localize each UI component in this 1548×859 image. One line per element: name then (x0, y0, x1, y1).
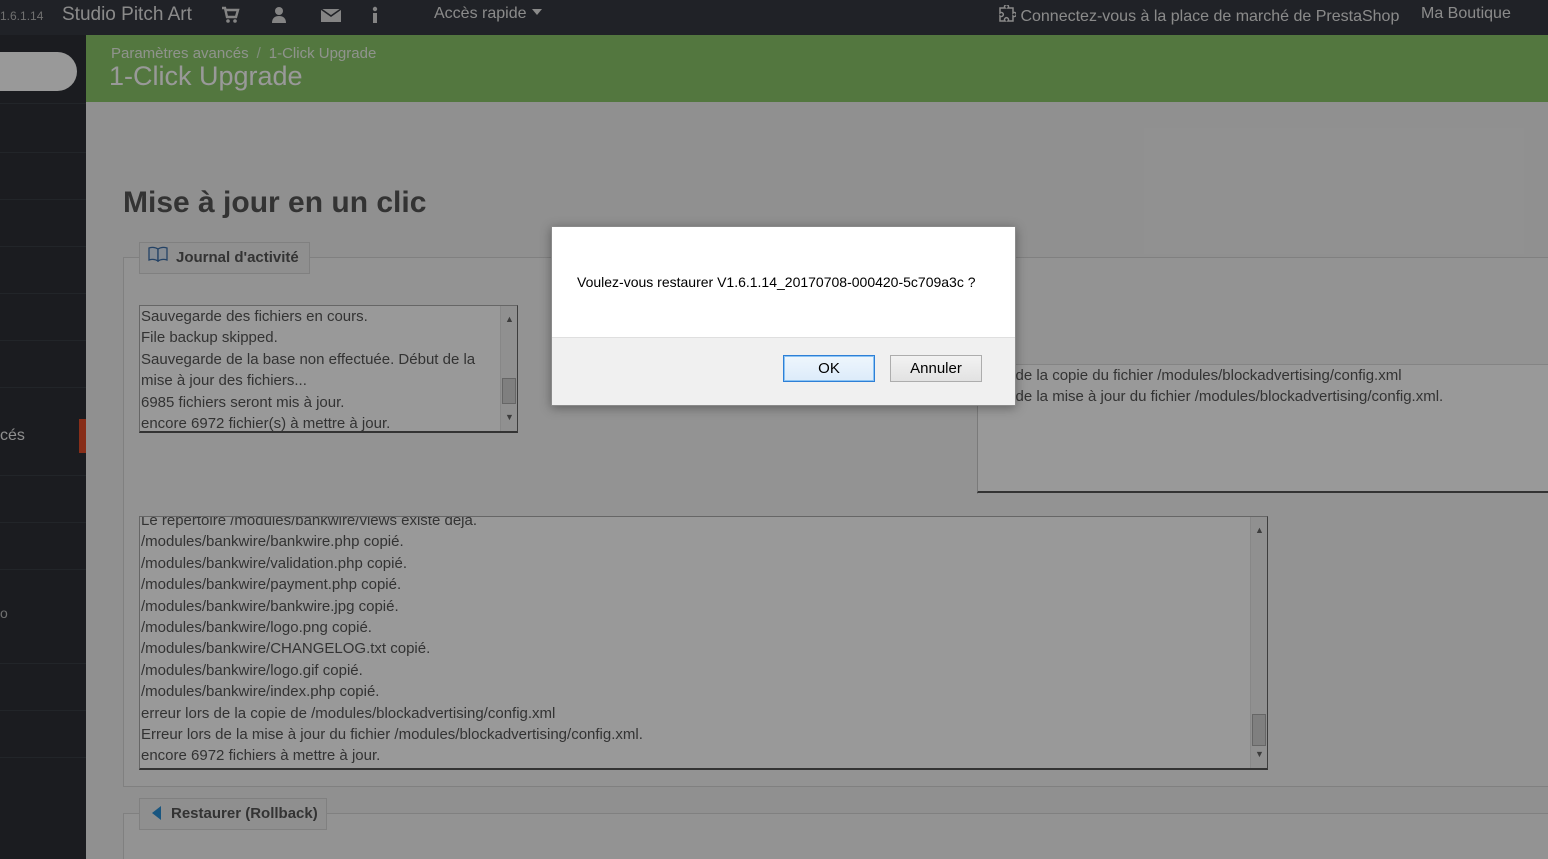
cancel-button[interactable]: Annuler (890, 355, 982, 382)
dialog-message-area: Voulez-vous restaurer V1.6.1.14_20170708… (552, 227, 1015, 338)
modal-overlay (0, 0, 1548, 859)
ok-button[interactable]: OK (783, 355, 875, 382)
dialog-message: Voulez-vous restaurer V1.6.1.14_20170708… (577, 274, 976, 290)
confirm-dialog: Voulez-vous restaurer V1.6.1.14_20170708… (551, 226, 1016, 406)
